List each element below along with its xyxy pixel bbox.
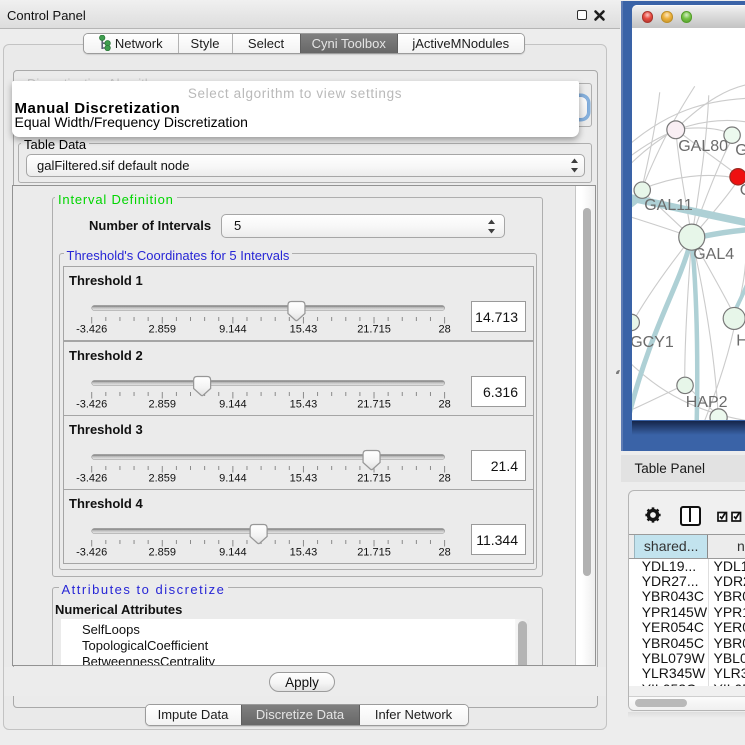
svg-text:21.715: 21.715: [357, 324, 391, 336]
svg-text:-3.426: -3.426: [76, 324, 107, 336]
svg-text:GCY1: GCY1: [632, 334, 674, 351]
svg-text:-3.426: -3.426: [76, 472, 107, 484]
svg-text:2.859: 2.859: [149, 547, 177, 559]
svg-text:9.144: 9.144: [219, 398, 247, 410]
svg-text:2.859: 2.859: [149, 324, 177, 336]
svg-text:HAP: HAP: [736, 332, 745, 349]
svg-text:28: 28: [438, 547, 450, 559]
svg-text:HAP2: HAP2: [685, 394, 727, 411]
svg-text:9.144: 9.144: [219, 547, 247, 559]
svg-text:-3.426: -3.426: [76, 547, 107, 559]
svg-text:9.144: 9.144: [219, 324, 247, 336]
svg-text:28: 28: [438, 398, 450, 410]
svg-text:21.715: 21.715: [357, 547, 391, 559]
svg-text:15.43: 15.43: [290, 547, 318, 559]
svg-text:21.715: 21.715: [357, 398, 391, 410]
svg-text:GAL4: GAL4: [693, 246, 734, 263]
svg-text:21.715: 21.715: [357, 472, 391, 484]
svg-text:2.859: 2.859: [149, 398, 177, 410]
svg-text:9.144: 9.144: [219, 472, 247, 484]
svg-text:GAL2: GAL2: [735, 142, 745, 159]
svg-text:-3.426: -3.426: [76, 398, 107, 410]
svg-text:15.43: 15.43: [290, 472, 318, 484]
svg-text:2.859: 2.859: [149, 472, 177, 484]
svg-text:GAL11: GAL11: [644, 197, 693, 214]
svg-text:28: 28: [438, 472, 450, 484]
svg-text:GAL80: GAL80: [678, 138, 728, 155]
svg-text:15.43: 15.43: [290, 398, 318, 410]
svg-text:CDC1: CDC1: [739, 182, 745, 199]
svg-text:15.43: 15.43: [290, 324, 318, 336]
svg-text:28: 28: [438, 324, 450, 336]
